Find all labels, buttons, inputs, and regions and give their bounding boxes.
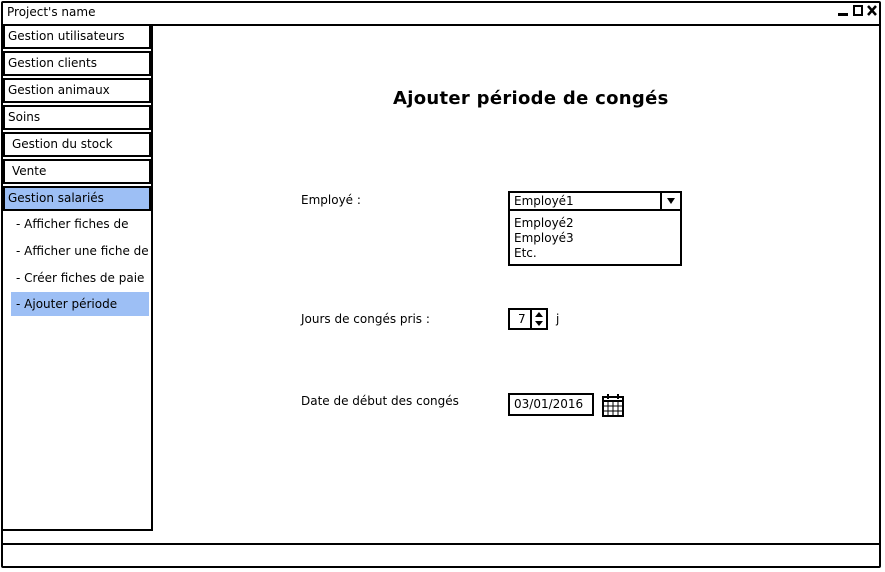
sidebar-item-gestion-animaux[interactable]: Gestion animaux (3, 78, 151, 103)
sidebar-subitem-afficher-fiches[interactable]: - Afficher fiches de (3, 211, 151, 238)
employee-dropdown-list: Employé2 Employé3 Etc. (508, 211, 682, 266)
sidebar-item-gestion-utilisateurs[interactable]: Gestion utilisateurs (3, 24, 151, 49)
employee-select[interactable]: Employé1 (508, 191, 682, 211)
chevron-down-icon[interactable] (660, 193, 680, 209)
sidebar-item-soins[interactable]: Soins (3, 105, 151, 130)
date-input[interactable]: 03/01/2016 (508, 393, 594, 416)
sidebar: Gestion utilisateurs Gestion clients Ges… (3, 24, 153, 531)
sidebar-subitem-creer-fiches-paie[interactable]: - Créer fiches de paie (3, 265, 151, 292)
employee-option[interactable]: Employé2 (514, 216, 680, 231)
sidebar-subitem-ajouter-periode[interactable]: - Ajouter période (11, 292, 149, 316)
app-window: Project's name Gestion utilisateurs Gest… (1, 1, 881, 568)
days-stepper[interactable]: 7 (508, 308, 548, 330)
days-value: 7 (518, 312, 526, 326)
minimize-icon[interactable] (837, 3, 849, 23)
days-unit: j (556, 312, 560, 326)
days-label: Jours de congés pris : (301, 312, 430, 326)
close-icon[interactable] (866, 3, 878, 23)
sidebar-item-vente[interactable]: Vente (3, 159, 151, 184)
employee-option[interactable]: Etc. (514, 246, 680, 261)
date-label: Date de début des congés (301, 394, 459, 408)
maximize-icon[interactable] (852, 3, 864, 23)
sidebar-item-gestion-salaries[interactable]: Gestion salariés (3, 186, 151, 211)
calendar-icon[interactable] (602, 393, 624, 417)
sidebar-item-gestion-stock[interactable]: Gestion du stock (3, 132, 151, 157)
window-title: Project's name (7, 5, 96, 19)
sidebar-item-gestion-clients[interactable]: Gestion clients (3, 51, 151, 76)
status-bar (3, 543, 879, 566)
title-bar: Project's name (3, 3, 879, 26)
page-title: Ajouter période de congés (393, 88, 669, 109)
employee-selected-value: Employé1 (514, 194, 574, 208)
employee-label: Employé : (301, 193, 361, 207)
stepper-arrows-icon[interactable] (530, 310, 546, 328)
sidebar-subitem-afficher-une-fiche[interactable]: - Afficher une fiche de (3, 238, 151, 265)
employee-option[interactable]: Employé3 (514, 231, 680, 246)
